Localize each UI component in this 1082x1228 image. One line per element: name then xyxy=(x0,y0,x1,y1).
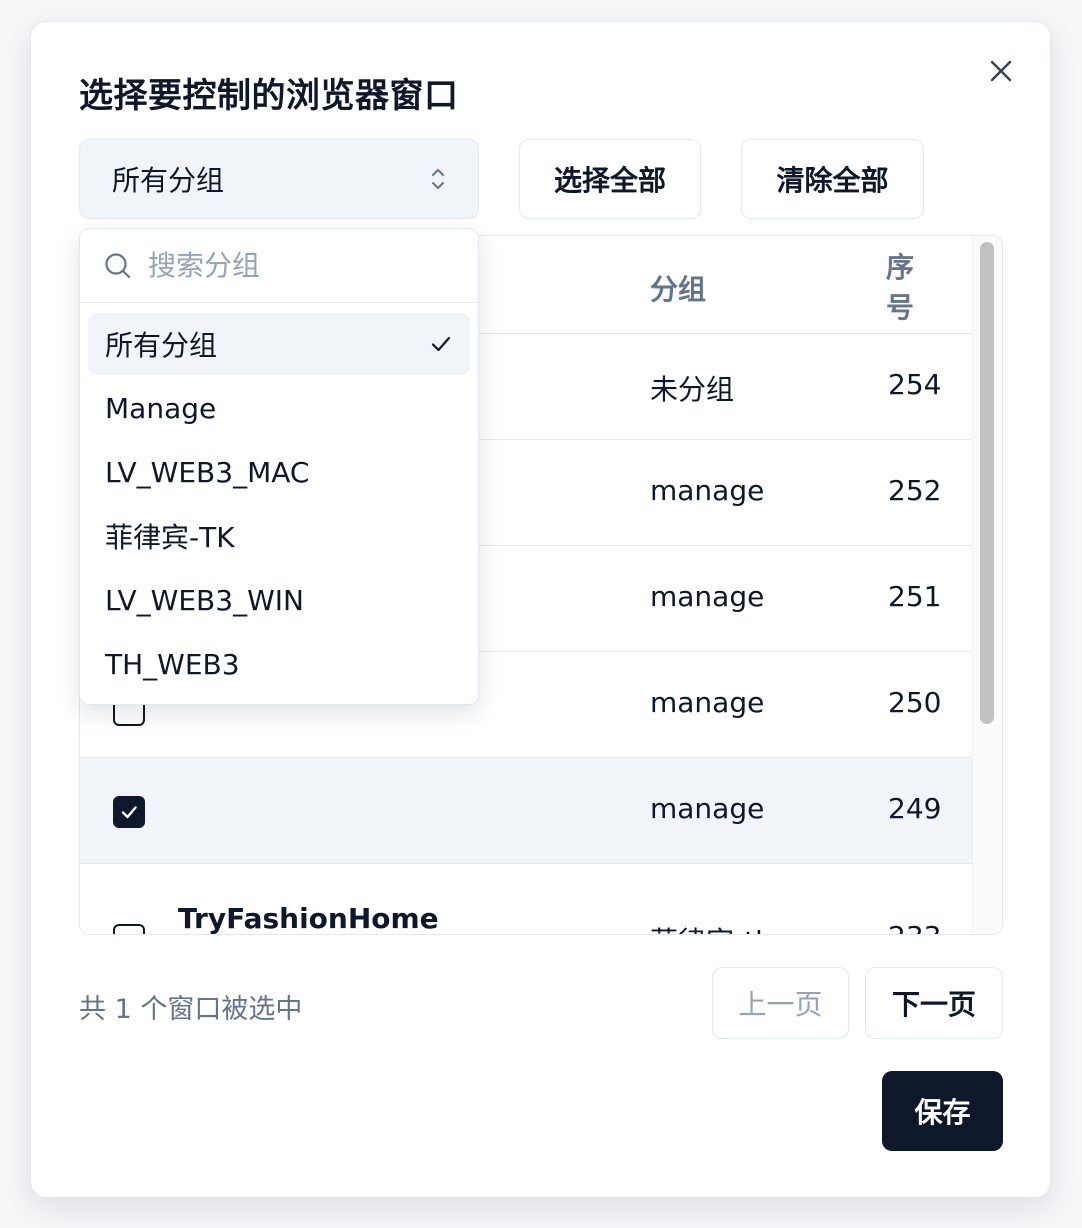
row-checkbox[interactable] xyxy=(113,796,145,828)
dropdown-item-label: LV_WEB3_WIN xyxy=(105,583,304,617)
check-icon xyxy=(431,336,451,352)
close-icon xyxy=(990,60,1012,82)
cell-seq: 250 xyxy=(888,686,942,719)
column-header-seq[interactable]: 序号 xyxy=(886,248,918,328)
close-button[interactable] xyxy=(986,56,1016,86)
cell-group: 菲律宾-tk xyxy=(650,920,771,934)
group-search-input[interactable] xyxy=(146,248,446,283)
group-dropdown: 所有分组 Manage LV_WEB3_MAC 菲律宾-TK LV_WEB3_W… xyxy=(79,228,479,705)
row-checkbox[interactable] xyxy=(113,924,145,934)
cell-seq: 251 xyxy=(888,580,942,613)
scrollbar-thumb[interactable] xyxy=(980,242,994,724)
cell-group: 未分组 xyxy=(650,373,735,406)
selection-status: 共 1 个窗口被选中 xyxy=(79,994,303,1025)
dropdown-item-label: LV_WEB3_MAC xyxy=(105,455,310,489)
table-row[interactable]: TryFashionHome 菲律宾-tk 233 xyxy=(80,864,972,935)
cell-name: TryFashionHome xyxy=(178,902,439,935)
dropdown-item-philippines-tk[interactable]: 菲律宾-TK xyxy=(88,505,470,567)
cell-seq: 254 xyxy=(888,368,942,401)
clear-all-button[interactable]: 清除全部 xyxy=(741,139,924,219)
select-all-button[interactable]: 选择全部 xyxy=(519,139,701,219)
dropdown-item-all-groups[interactable]: 所有分组 xyxy=(88,313,470,375)
table-row[interactable]: manage 249 xyxy=(80,758,972,864)
group-select-value: 所有分组 xyxy=(112,164,225,197)
dropdown-item-label: TH_WEB3 xyxy=(105,647,240,681)
dropdown-item-label: Manage xyxy=(105,391,217,425)
cell-seq: 233 xyxy=(888,920,941,934)
table-scrollbar[interactable] xyxy=(972,236,1002,934)
cell-group: manage xyxy=(650,580,765,613)
dropdown-item-th-web3[interactable]: TH_WEB3 xyxy=(88,633,470,695)
dropdown-item-label: 菲律宾-TK xyxy=(105,521,235,554)
chevron-up-down-icon xyxy=(432,169,444,189)
cell-seq: 249 xyxy=(888,792,942,825)
cell-group: manage xyxy=(650,474,765,507)
checkmark-icon xyxy=(121,806,137,819)
dropdown-item-lv-web3-mac[interactable]: LV_WEB3_MAC xyxy=(88,441,470,503)
column-header-group[interactable]: 分组 xyxy=(650,268,706,308)
cell-seq: 252 xyxy=(888,474,942,507)
dropdown-item-lv-web3-win[interactable]: LV_WEB3_WIN xyxy=(88,569,470,631)
select-window-dialog: 选择要控制的浏览器窗口 所有分组 选择全部 清除全部 分组 序号 未分组 254… xyxy=(30,21,1051,1198)
prev-page-button[interactable]: 上一页 xyxy=(712,967,849,1039)
save-button[interactable]: 保存 xyxy=(882,1071,1003,1151)
cell-group: manage xyxy=(650,686,765,719)
dropdown-item-label: 所有分组 xyxy=(105,329,218,362)
group-search xyxy=(80,229,478,303)
dialog-title: 选择要控制的浏览器窗口 xyxy=(79,76,459,116)
cell-group: manage xyxy=(650,792,765,825)
dropdown-item-manage[interactable]: Manage xyxy=(88,377,470,439)
group-select[interactable]: 所有分组 xyxy=(79,139,479,219)
search-icon xyxy=(105,252,131,278)
next-page-button[interactable]: 下一页 xyxy=(865,967,1003,1039)
